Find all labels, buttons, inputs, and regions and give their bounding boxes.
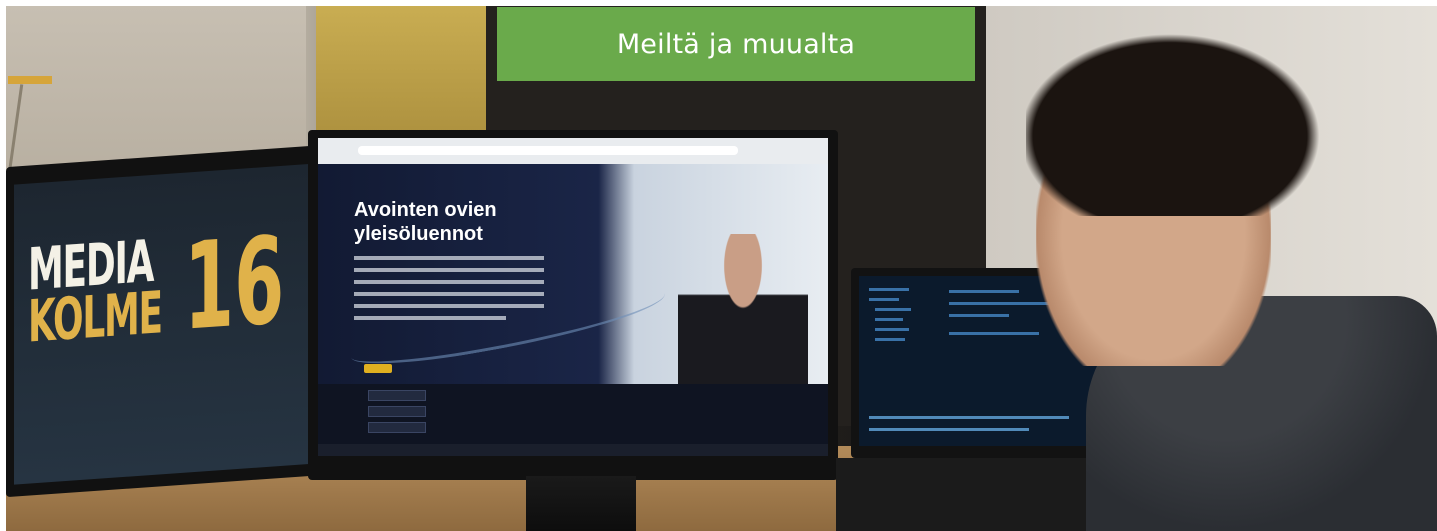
hero-title-line2: yleisöluennot	[354, 223, 483, 245]
list-item	[368, 390, 426, 401]
center-monitor: Avointen ovien yleisöluennot	[308, 130, 838, 480]
logo-line-kolme: KOLME	[28, 278, 162, 356]
banner-title: Meiltä ja muualta	[616, 28, 856, 60]
left-monitor: MEDIA KOLME 16	[6, 144, 326, 498]
hero-button	[364, 364, 392, 373]
center-monitor-screen: Avointen ovien yleisöluennot	[318, 138, 828, 456]
list-item	[368, 406, 426, 417]
logo-number: 16	[184, 211, 285, 358]
hero-title-line1: Avointen ovien	[354, 199, 497, 221]
man-hair	[1026, 16, 1346, 216]
media-kolme-logo: MEDIA KOLME	[28, 227, 162, 356]
monitor-stand	[526, 476, 636, 531]
section-banner: Meiltä ja muualta	[497, 7, 975, 81]
list-item	[368, 422, 426, 433]
web-hero: Avointen ovien yleisöluennot	[318, 164, 828, 410]
taskbar	[318, 444, 828, 456]
left-monitor-screen: MEDIA KOLME 16	[14, 163, 314, 485]
browser-bar	[318, 138, 828, 164]
hero-title: Avointen ovien yleisöluennot	[354, 198, 497, 246]
stool	[8, 76, 52, 174]
photo: MEDIA KOLME 16 Avointen ovien yleisöluen…	[6, 6, 1437, 531]
